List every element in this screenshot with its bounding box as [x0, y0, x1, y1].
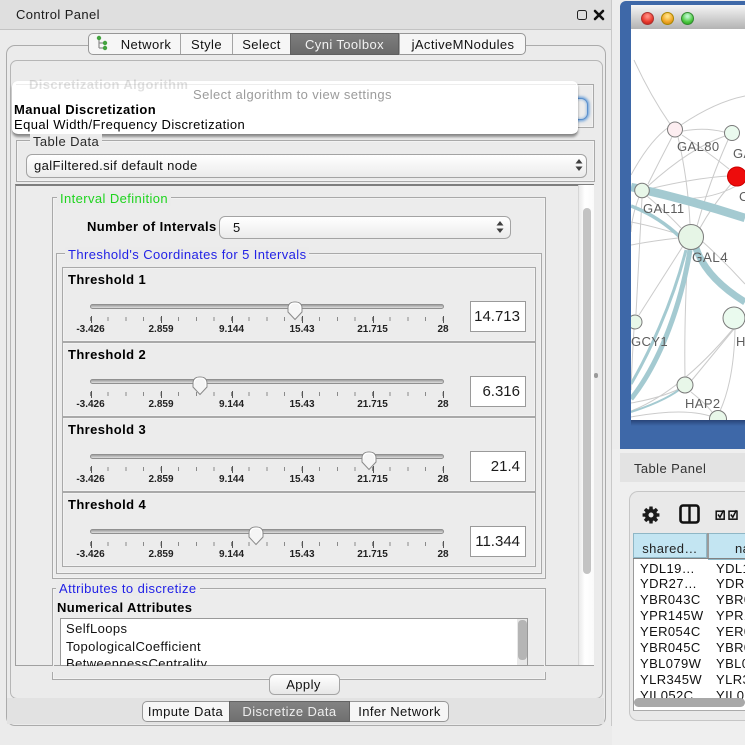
- svg-text:HAP2: HAP2: [685, 396, 721, 411]
- svg-text:GA: GA: [733, 146, 745, 161]
- svg-text:GAL11: GAL11: [643, 201, 685, 216]
- svg-text:GAL80: GAL80: [677, 139, 719, 154]
- svg-text:C: C: [739, 189, 745, 204]
- svg-text:GAL4: GAL4: [692, 250, 728, 265]
- svg-text:H: H: [736, 334, 745, 349]
- svg-text:GCY1: GCY1: [631, 334, 668, 349]
